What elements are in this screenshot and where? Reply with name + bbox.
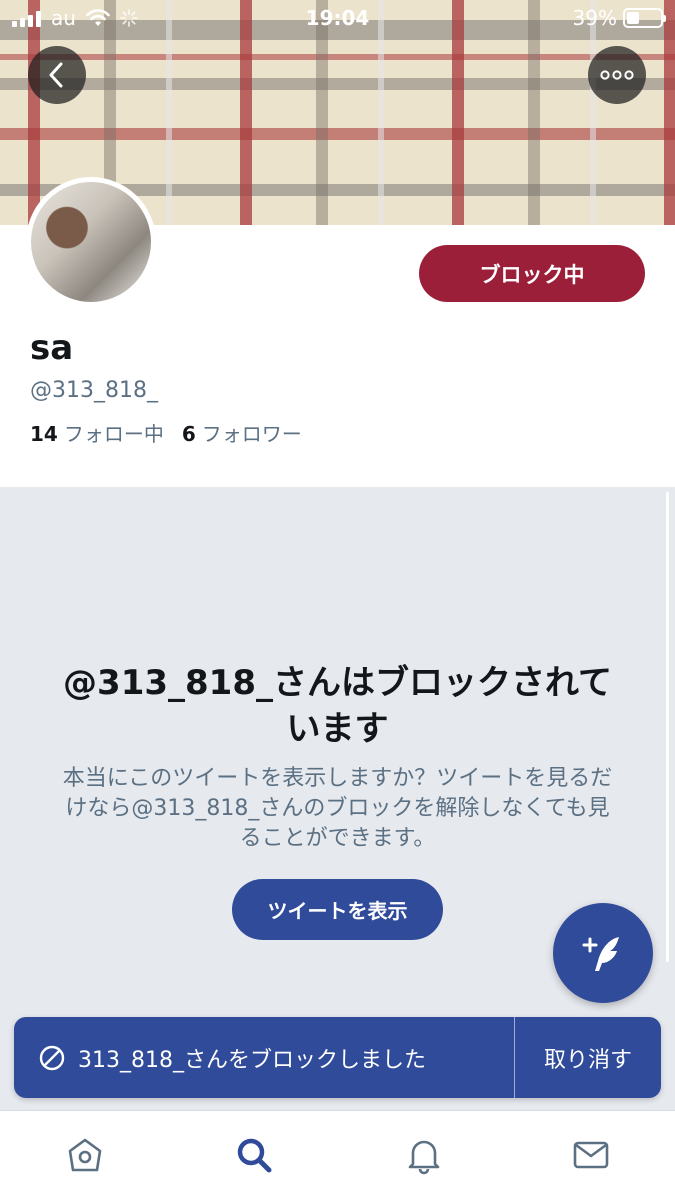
user-handle: @313_818_ (30, 378, 158, 403)
compose-tweet-button[interactable] (553, 903, 653, 1003)
messages-icon (573, 1141, 609, 1169)
followers-label: フォロワー (201, 422, 302, 446)
more-icon (600, 70, 634, 80)
toast-message: 313_818_さんをブロックしました (78, 1047, 426, 1073)
blocked-description: 本当にこのツイートを表示しますか？ツイートを見るだけなら@313_818_さんの… (62, 766, 613, 851)
following-label: フォロー中 (63, 422, 164, 446)
status-bar: au 19:04 39% (0, 0, 675, 38)
follow-counts: 14 フォロー中 6 フォロワー (30, 418, 302, 447)
undo-button[interactable]: 取り消す (515, 1042, 661, 1074)
home-icon (68, 1138, 102, 1172)
battery-icon (623, 8, 666, 28)
blocked-title: @313_818_さんはブロックされています (63, 663, 612, 749)
search-icon (237, 1138, 272, 1173)
tab-home[interactable] (63, 1133, 107, 1177)
display-name: sa (30, 328, 74, 368)
bottom-tab-bar (0, 1110, 675, 1200)
tab-notifications[interactable] (402, 1133, 446, 1177)
battery-percent: 39% (572, 6, 617, 30)
blocked-toast: 313_818_さんをブロックしました 取り消す (14, 1017, 661, 1098)
followers-count: 6 (181, 422, 196, 446)
notifications-icon (408, 1140, 440, 1175)
tab-messages[interactable] (569, 1133, 613, 1177)
followers-link[interactable]: 6 フォロワー (182, 418, 302, 447)
tab-search[interactable] (232, 1133, 276, 1177)
blocked-button[interactable]: ブロック中 (419, 245, 645, 302)
back-icon (49, 62, 63, 88)
compose-icon (582, 937, 619, 971)
block-icon (39, 1045, 65, 1070)
following-link[interactable]: 14 フォロー中 (30, 418, 164, 447)
avatar[interactable] (26, 177, 156, 307)
more-options-button[interactable] (588, 46, 646, 104)
scrollbar[interactable] (666, 492, 669, 962)
following-count: 14 (30, 422, 58, 446)
back-button[interactable] (28, 46, 86, 104)
show-tweets-button[interactable]: ツイートを表示 (232, 879, 443, 940)
